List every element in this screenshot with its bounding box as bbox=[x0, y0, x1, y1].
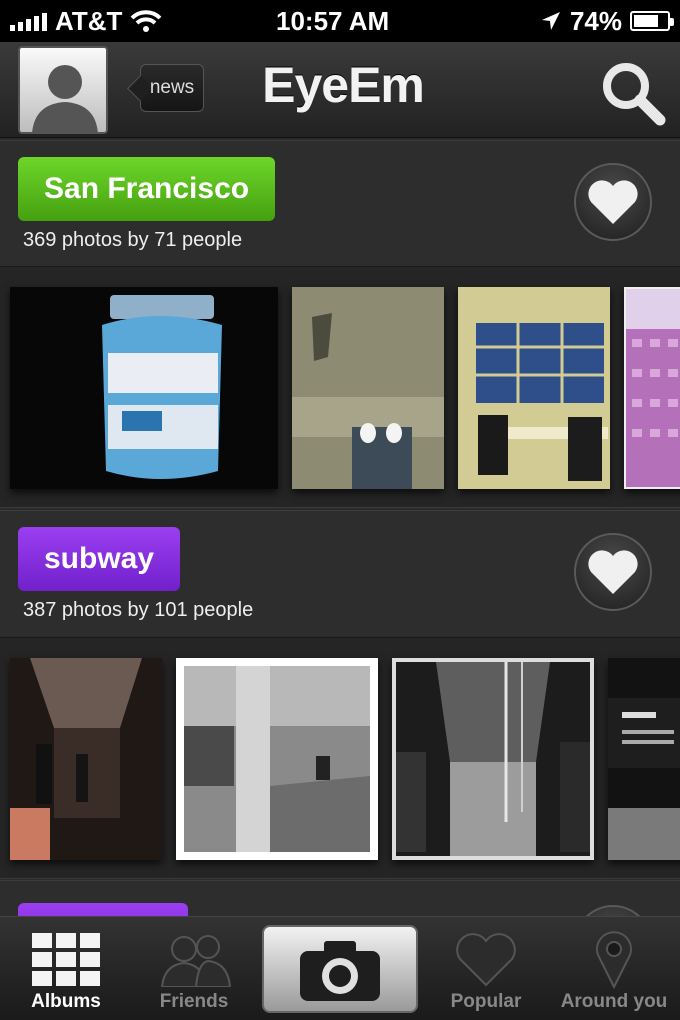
album-header[interactable]: subway 387 photos by 101 people bbox=[0, 510, 680, 636]
tab-albums[interactable]: Albums bbox=[10, 917, 122, 1020]
bottle-photo bbox=[10, 287, 278, 489]
tab-label: Popular bbox=[450, 991, 522, 1012]
battery-icon bbox=[630, 11, 674, 31]
news-back-label: news bbox=[149, 77, 195, 98]
photo-thumbnail[interactable] bbox=[458, 287, 610, 489]
building-photo bbox=[626, 289, 680, 487]
carrier-label: AT&T bbox=[55, 5, 123, 36]
photo-thumbnail[interactable] bbox=[292, 287, 444, 489]
favorite-button[interactable] bbox=[574, 533, 652, 611]
search-icon[interactable] bbox=[598, 58, 668, 128]
photo-strip[interactable] bbox=[0, 637, 680, 879]
albums-grid-icon bbox=[32, 933, 100, 986]
battery-percent: 74% bbox=[569, 5, 622, 36]
app-title: EyeEm bbox=[262, 57, 425, 113]
photo-thumbnail[interactable] bbox=[10, 287, 278, 489]
tab-label: Friends bbox=[159, 991, 229, 1012]
train-interior-photo bbox=[396, 662, 590, 856]
album-tag[interactable]: subway bbox=[18, 527, 181, 591]
photo-thumbnail[interactable] bbox=[10, 658, 162, 860]
camera-icon bbox=[300, 941, 380, 1001]
heart-icon bbox=[588, 550, 638, 594]
photo-thumbnail[interactable] bbox=[392, 658, 594, 860]
platform-photo bbox=[184, 666, 370, 852]
person-silhouette-icon bbox=[32, 65, 98, 132]
album-name: subway bbox=[44, 542, 155, 575]
tab-around-you[interactable]: Around you bbox=[556, 917, 672, 1020]
signal-icon bbox=[10, 11, 47, 31]
photo-thumbnail[interactable] bbox=[608, 658, 680, 860]
album-count: 369 photos by 71 people bbox=[23, 229, 243, 251]
location-pin-icon bbox=[596, 931, 632, 989]
heart-icon bbox=[588, 180, 638, 224]
status-right: 74% bbox=[540, 5, 674, 37]
album-tag[interactable]: San Francisco bbox=[18, 157, 276, 221]
news-back-button[interactable]: news bbox=[140, 64, 204, 112]
clock: 10:57 AM bbox=[276, 5, 390, 36]
status-bar: AT&T 10:57 AM 74% bbox=[0, 0, 680, 42]
heart-icon bbox=[456, 933, 516, 987]
photo-thumbnail[interactable] bbox=[176, 658, 378, 860]
profile-avatar[interactable] bbox=[18, 46, 108, 134]
friends-icon bbox=[160, 935, 232, 987]
tab-popular[interactable]: Popular bbox=[430, 917, 542, 1020]
tab-label: Albums bbox=[31, 991, 101, 1012]
location-arrow-icon bbox=[541, 12, 560, 30]
tab-bar: Albums Friends Popular Around you bbox=[0, 916, 680, 1020]
tab-friends[interactable]: Friends bbox=[138, 917, 250, 1020]
album-header[interactable]: San Francisco 369 photos by 71 people bbox=[0, 140, 680, 266]
status-left: AT&T bbox=[10, 6, 162, 37]
sidewalk-photo bbox=[292, 287, 444, 489]
subway-car-photo bbox=[10, 658, 162, 860]
photo-thumbnail[interactable] bbox=[624, 287, 680, 489]
favorite-button[interactable] bbox=[574, 163, 652, 241]
photo-strip[interactable] bbox=[0, 266, 680, 508]
album-count: 387 photos by 101 people bbox=[23, 599, 254, 621]
battery-fill bbox=[634, 15, 658, 27]
album-name: San Francisco bbox=[44, 172, 250, 205]
camera-button[interactable] bbox=[262, 925, 418, 1013]
wifi-icon bbox=[130, 10, 162, 32]
sign-photo bbox=[608, 658, 680, 860]
nav-bar: news EyeEm bbox=[0, 42, 680, 138]
tab-label: Around you bbox=[560, 991, 668, 1012]
office-photo bbox=[458, 287, 610, 489]
